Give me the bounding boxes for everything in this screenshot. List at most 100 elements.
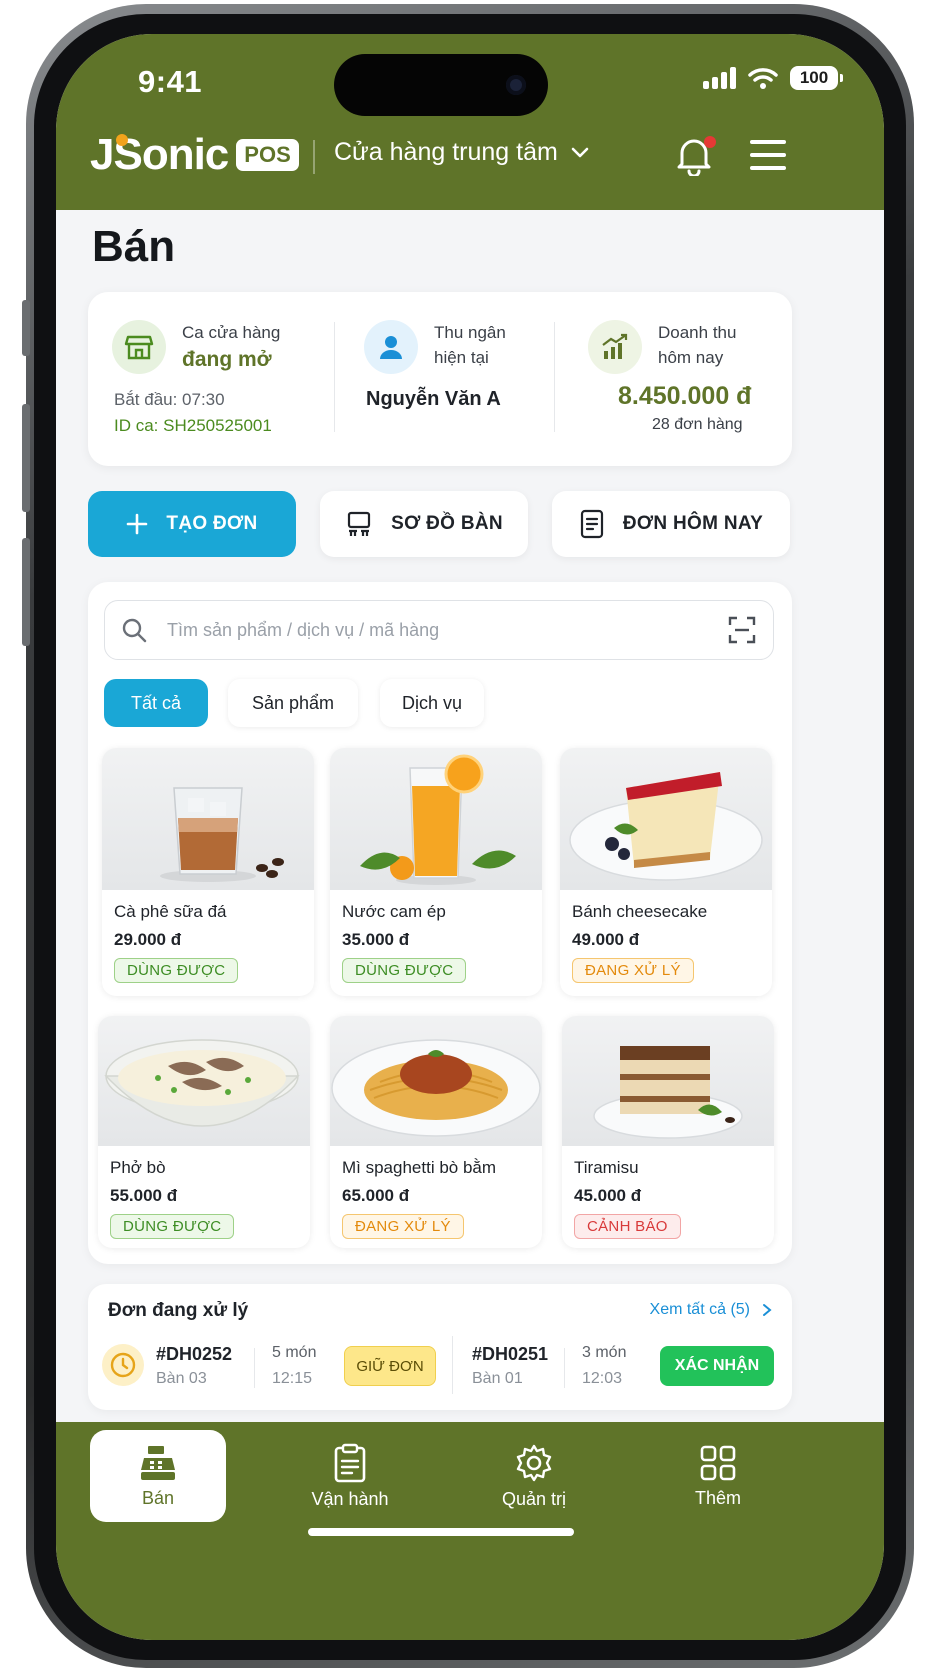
product-price: 55.000 đ [110,1186,178,1205]
view-all-link[interactable]: Xem tất cả (5) [650,1301,772,1319]
product-name: Nước cam ép [342,902,446,921]
product-price: 45.000 đ [574,1186,642,1205]
table-map-button[interactable]: SƠ ĐỒ BÀN [320,491,528,557]
logo-badge: POS [236,139,299,171]
view-all-label: Xem tất cả (5) [649,1301,750,1318]
pending-orders-card: Đơn đang xử lý Xem tất cả (5) #DH0252 Bà… [88,1284,792,1410]
order-table: Bàn 01 [472,1370,523,1387]
store-icon [112,320,166,374]
revenue-amount: 8.450.000 đ [618,382,752,410]
cashier-name: Nguyễn Văn A [366,388,501,410]
product-image [98,1016,310,1146]
product-image [330,1016,542,1146]
menu-icon[interactable] [750,140,786,170]
status-badge: DÙNG ĐƯỢC [342,958,467,983]
dynamic-island [334,54,548,116]
nav-label: Quản trị [501,1488,567,1509]
product-image [330,748,542,890]
table-icon [347,511,371,536]
user-icon [364,320,418,374]
product-card[interactable]: Cà phê sữa đá 29.000 đ DÙNG ĐƯỢC [102,748,314,996]
nav-label: Vận hành [311,1488,389,1509]
status-badge: CẢNH BÁO [574,1214,681,1239]
today-orders-button[interactable]: ĐƠN HÔM NAY [552,491,790,557]
product-image [102,748,314,890]
notification-dot [704,136,716,148]
shift-id: ID ca: SH250525001 [114,416,272,435]
document-icon [580,509,603,539]
gear-icon [516,1444,552,1481]
scan-icon[interactable] [727,615,757,645]
card-divider [554,322,555,432]
cash-register-icon [141,1445,175,1480]
clock-icon [102,1344,144,1386]
filter-chip-all[interactable]: Tất cả [104,679,208,727]
plus-icon [127,513,148,535]
revenue-label-1: Doanh thu [658,323,737,342]
signal-icon [703,67,736,89]
status-badge: DÙNG ĐƯỢC [110,1214,235,1239]
product-name: Mì spaghetti bò bằm [342,1158,497,1177]
order-items: 3 món [582,1344,627,1361]
status-badge: DÙNG ĐƯỢC [114,958,239,983]
create-order-label: TẠO ĐƠN [166,513,258,534]
hold-order-button[interactable]: GIỮ ĐƠN [344,1346,436,1386]
product-price: 29.000 đ [114,930,182,949]
status-badge: ĐANG XỬ LÝ [572,958,694,983]
logo-text: JSonic [90,130,229,179]
nav-item-sell[interactable]: Bán [90,1430,226,1522]
filter-chip-products[interactable]: Sản phẩm [228,679,358,727]
cashier-label-2: hiện tại [434,348,489,367]
product-card[interactable]: Phở bò 55.000 đ DÙNG ĐƯỢC [98,1016,310,1248]
shift-info: Ca cửa hàng đang mở Bắt đầu: 07:30 ID ca… [112,292,332,466]
notification-button[interactable] [674,134,718,178]
product-card[interactable]: Bánh cheesecake 49.000 đ ĐANG XỬ LÝ [560,748,772,996]
order-count: 28 đơn hàng [652,416,743,433]
order-time: 12:15 [272,1370,313,1387]
chevron-down-icon [571,147,589,157]
wifi-icon [748,68,778,89]
product-name: Tiramisu [574,1158,639,1177]
order-id: #DH0252 [156,1344,233,1364]
page-title: Bán [92,222,176,271]
nav-item-admin[interactable]: Quản trị [466,1430,602,1522]
volume-down-button [22,538,30,646]
battery-icon: 100 [790,66,843,90]
card-divider [334,322,335,432]
revenue-label-2: hôm nay [658,348,724,367]
status-badge: ĐANG XỬ LÝ [342,1214,464,1239]
grid-icon [700,1445,736,1480]
mute-switch [22,300,30,356]
cashier-info: Thu ngân hiện tại Nguyễn Văn A [364,292,554,466]
create-order-button[interactable]: TẠO ĐƠN [88,491,296,557]
nav-item-more[interactable]: Thêm [650,1430,786,1522]
order-table: Bàn 03 [156,1370,207,1387]
product-card[interactable]: Mì spaghetti bò bằm 65.000 đ ĐANG XỬ LÝ [330,1016,542,1248]
nav-label: Bán [141,1487,175,1508]
chevron-right-icon [763,1304,772,1316]
logo-accent-dot [116,134,128,146]
pending-title: Đơn đang xử lý [108,1300,249,1321]
product-image [560,748,772,890]
product-image [562,1016,774,1146]
product-panel: Tìm sản phẩm / dịch vụ / mã hàng Tất cả … [88,582,792,1264]
nav-item-operations[interactable]: Vận hành [282,1430,418,1522]
order-divider [564,1348,565,1388]
product-price: 49.000 đ [572,930,640,949]
filter-chip-services[interactable]: Dịch vụ [380,679,484,727]
home-indicator[interactable] [308,1528,574,1536]
shift-status: đang mở [182,348,272,371]
orders-divider [452,1336,453,1394]
store-selector[interactable]: Cửa hàng trung tâm [334,138,590,167]
header-divider [313,140,315,174]
chart-up-icon [588,320,642,374]
order-time: 12:03 [582,1370,623,1387]
confirm-order-button[interactable]: XÁC NHẬN [660,1346,774,1386]
product-card[interactable]: Tiramisu 45.000 đ CẢNH BÁO [562,1016,774,1248]
table-map-label: SƠ ĐỒ BÀN [391,513,503,534]
search-placeholder: Tìm sản phẩm / dịch vụ / mã hàng [167,619,440,640]
product-name: Cà phê sữa đá [114,902,227,921]
product-card[interactable]: Nước cam ép 35.000 đ DÙNG ĐƯỢC [330,748,542,996]
order-items: 5 món [272,1344,317,1361]
search-input[interactable]: Tìm sản phẩm / dịch vụ / mã hàng [104,600,774,660]
